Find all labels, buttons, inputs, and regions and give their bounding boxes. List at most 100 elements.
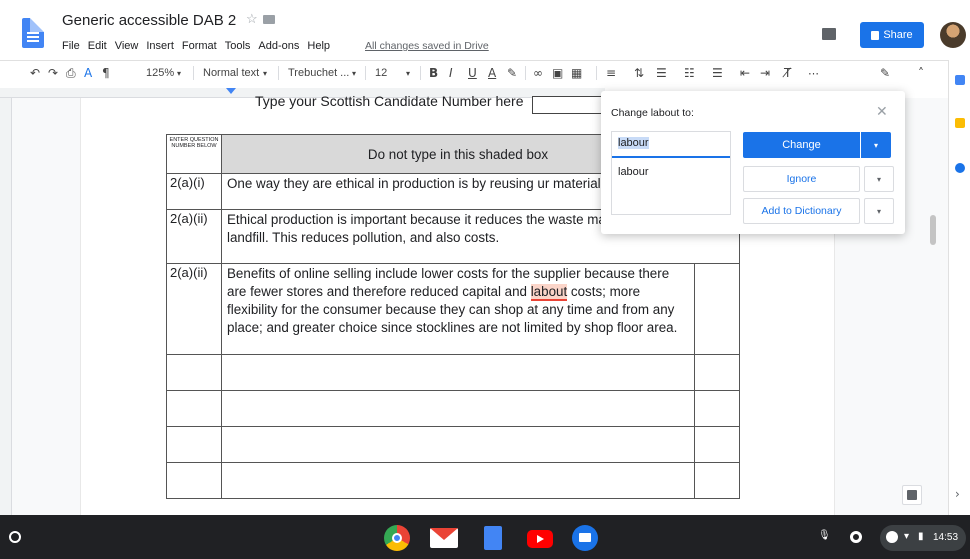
scrollbar[interactable] bbox=[930, 215, 936, 245]
empty-cell[interactable] bbox=[694, 426, 740, 463]
tasks-icon[interactable] bbox=[955, 163, 965, 173]
share-button[interactable]: Share bbox=[860, 22, 924, 48]
battery-icon: ▮ bbox=[918, 531, 924, 542]
empty-cell[interactable] bbox=[221, 426, 695, 463]
answer-cell[interactable]: Benefits of online selling include lower… bbox=[221, 263, 695, 355]
numbered-list-icon[interactable]: ☷ bbox=[684, 66, 695, 80]
menu-addons[interactable]: Add-ons bbox=[258, 40, 299, 52]
empty-cell[interactable] bbox=[221, 390, 695, 427]
chevron-right-icon[interactable]: › bbox=[955, 487, 960, 501]
undo-icon[interactable]: ↶ bbox=[30, 66, 40, 80]
add-dropdown-icon[interactable]: ▾ bbox=[864, 198, 894, 224]
menu-view[interactable]: View bbox=[115, 40, 139, 52]
youtube-icon[interactable] bbox=[527, 530, 553, 548]
collapse-icon[interactable]: ˄ bbox=[918, 66, 924, 80]
menu-file[interactable]: File bbox=[62, 40, 80, 52]
text-color-icon[interactable]: A bbox=[488, 66, 496, 80]
question-number-cell[interactable]: 2(a)(ii) bbox=[166, 263, 222, 355]
menu-insert[interactable]: Insert bbox=[146, 40, 174, 52]
print-icon[interactable]: ⎙ bbox=[66, 66, 76, 81]
italic-icon[interactable]: I bbox=[449, 66, 453, 80]
files-icon[interactable] bbox=[572, 525, 598, 551]
clock: 14:53 bbox=[933, 532, 959, 543]
empty-cell[interactable] bbox=[694, 354, 740, 391]
question-number-cell[interactable]: 2(a)(i) bbox=[166, 173, 222, 210]
redo-icon[interactable]: ↷ bbox=[48, 66, 58, 80]
ignore-dropdown-icon[interactable]: ▾ bbox=[864, 166, 894, 192]
docs-icon[interactable] bbox=[484, 526, 502, 550]
menu-tools[interactable]: Tools bbox=[225, 40, 251, 52]
empty-cell[interactable] bbox=[694, 390, 740, 427]
line-spacing-icon[interactable]: ⇅ bbox=[634, 66, 644, 80]
bullet-list-icon[interactable]: ☰ bbox=[712, 66, 723, 80]
empty-cell[interactable] bbox=[166, 390, 222, 427]
explore-icon bbox=[907, 490, 917, 500]
empty-cell[interactable] bbox=[694, 263, 740, 355]
change-dropdown-icon[interactable]: ▾ bbox=[861, 132, 891, 158]
indent-increase-icon[interactable]: ⇥ bbox=[760, 66, 770, 80]
avatar[interactable] bbox=[940, 22, 966, 48]
gmail-icon[interactable] bbox=[430, 528, 458, 548]
spellcheck-dialog: Change labout to: ✕ labour labour Change… bbox=[601, 91, 905, 234]
spellcheck-icon[interactable]: A bbox=[84, 66, 92, 80]
add-to-dictionary-button[interactable]: Add to Dictionary bbox=[743, 198, 860, 224]
empty-cell[interactable] bbox=[694, 462, 740, 499]
chevron-down-icon: ▾ bbox=[263, 69, 268, 78]
checklist-icon[interactable]: ☰ bbox=[656, 66, 667, 80]
empty-cell[interactable] bbox=[166, 462, 222, 499]
more-icon[interactable]: ⋯ bbox=[808, 67, 819, 80]
editing-mode-icon[interactable]: ✎ bbox=[880, 66, 890, 80]
bold-icon[interactable]: B bbox=[429, 66, 438, 80]
empty-cell[interactable] bbox=[221, 354, 695, 391]
style-select[interactable]: Normal text bbox=[203, 67, 259, 79]
align-icon[interactable]: ≡ bbox=[606, 66, 616, 80]
zoom-select[interactable]: 125% bbox=[146, 67, 174, 79]
empty-cell[interactable] bbox=[166, 354, 222, 391]
image-icon[interactable]: ▦ bbox=[571, 66, 582, 80]
font-select[interactable]: Trebuchet ... bbox=[288, 67, 349, 79]
close-icon[interactable]: ✕ bbox=[876, 104, 888, 120]
clear-formatting-icon[interactable]: T̸ bbox=[784, 66, 791, 80]
explore-button[interactable] bbox=[902, 485, 922, 505]
star-icon[interactable]: ☆ bbox=[246, 11, 258, 27]
menu-format[interactable]: Format bbox=[182, 40, 217, 52]
keep-icon[interactable] bbox=[955, 118, 965, 128]
table-row bbox=[166, 354, 740, 391]
suggestion-item[interactable]: labour bbox=[618, 166, 649, 178]
launcher-icon[interactable] bbox=[9, 531, 21, 543]
record-icon[interactable] bbox=[850, 531, 862, 543]
underline-icon[interactable]: U bbox=[468, 66, 477, 80]
docs-logo-icon[interactable] bbox=[22, 18, 44, 48]
wifi-icon: ▾ bbox=[904, 531, 910, 542]
change-button[interactable]: Change bbox=[743, 132, 860, 158]
candidate-prompt: Type your Scottish Candidate Number here bbox=[255, 93, 524, 109]
misspelled-word[interactable]: labout bbox=[530, 284, 568, 301]
empty-cell[interactable] bbox=[221, 462, 695, 499]
table-row bbox=[166, 426, 740, 463]
indent-marker[interactable] bbox=[226, 88, 236, 94]
menu-help[interactable]: Help bbox=[307, 40, 330, 52]
chrome-icon[interactable] bbox=[384, 525, 410, 551]
person-icon bbox=[871, 30, 880, 40]
suggestion-list: labour labour bbox=[611, 131, 731, 215]
candidate-number-field[interactable] bbox=[532, 96, 604, 114]
folder-icon[interactable] bbox=[263, 15, 275, 24]
paint-format-icon[interactable]: ¶ bbox=[102, 66, 110, 80]
save-status[interactable]: All changes saved in Drive bbox=[365, 40, 489, 52]
highlight-icon[interactable]: ✎ bbox=[507, 66, 517, 80]
question-number-cell[interactable]: 2(a)(ii) bbox=[166, 209, 222, 264]
document-title[interactable]: Generic accessible DAB 2 bbox=[62, 12, 236, 29]
comment-add-icon[interactable]: ▣ bbox=[552, 66, 563, 80]
menu-edit[interactable]: Edit bbox=[88, 40, 107, 52]
ignore-button[interactable]: Ignore bbox=[743, 166, 860, 192]
calendar-icon[interactable] bbox=[955, 75, 965, 85]
microphone-icon[interactable]: 🎙 bbox=[818, 530, 831, 541]
indent-decrease-icon[interactable]: ⇤ bbox=[740, 66, 750, 80]
empty-cell[interactable] bbox=[166, 426, 222, 463]
account-icon bbox=[886, 531, 898, 543]
font-size-select[interactable]: 12 bbox=[375, 67, 387, 79]
side-panel bbox=[948, 60, 970, 515]
comment-icon[interactable] bbox=[822, 28, 836, 40]
link-icon[interactable]: ∞ bbox=[533, 66, 543, 80]
replacement-input[interactable]: labour bbox=[612, 132, 730, 158]
